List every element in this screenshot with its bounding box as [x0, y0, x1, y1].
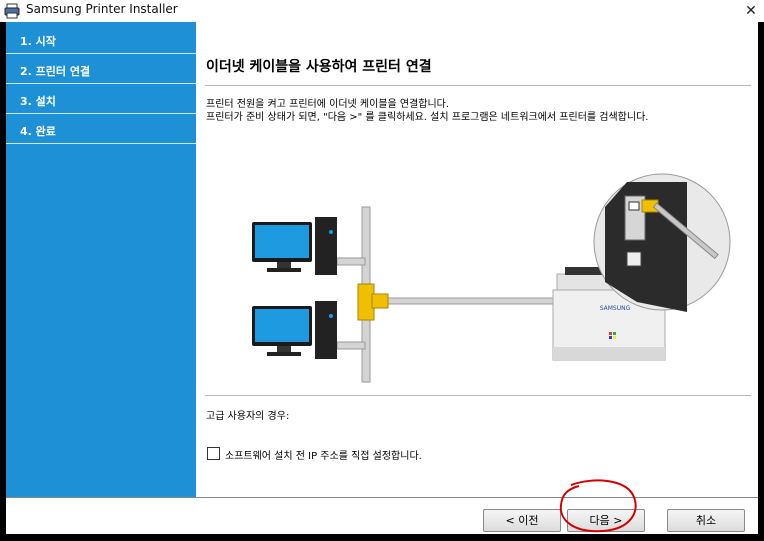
- sidebar-item-label: 2. 프린터 연결: [20, 65, 91, 78]
- button-bar: < 이전 다음 > 취소: [6, 497, 758, 534]
- t-connector-icon: [371, 293, 389, 309]
- ethernet-branch: [336, 341, 366, 350]
- title-bar: Samsung Printer Installer ✕: [0, 0, 764, 22]
- installer-frame: 1. 시작 2. 프린터 연결 3. 설치 4. 완료 이더넷 케이블을 사용하…: [6, 22, 758, 534]
- computer-icon: [252, 301, 337, 359]
- sidebar-item-finish: 4. 완료: [6, 114, 196, 144]
- sidebar-item-connect-printer: 2. 프린터 연결: [6, 54, 196, 84]
- sidebar: 1. 시작 2. 프린터 연결 3. 설치 4. 완료: [6, 22, 196, 497]
- sidebar-item-label: 4. 완료: [20, 125, 56, 138]
- advanced-users-label: 고급 사용자의 경우:: [206, 411, 290, 422]
- computer-icon: [252, 217, 337, 275]
- installer-window: Samsung Printer Installer ✕ 1. 시작 2. 프린터…: [0, 0, 764, 541]
- page-title: 이더넷 케이블을 사용하여 프린터 연결: [206, 59, 432, 75]
- annotation-circle: [559, 479, 637, 533]
- close-icon[interactable]: ✕: [742, 2, 760, 20]
- divider: [205, 395, 751, 396]
- printer-app-icon: [4, 3, 20, 19]
- window-title: Samsung Printer Installer: [26, 2, 178, 16]
- sidebar-item-start: 1. 시작: [6, 24, 196, 54]
- manual-ip-checkbox[interactable]: [207, 447, 220, 460]
- manual-ip-checkbox-label[interactable]: 소프트웨어 설치 전 IP 주소를 직접 설정합니다.: [225, 447, 422, 462]
- ethernet-branch: [336, 257, 366, 266]
- printer-brand-label: SAMSUNG: [600, 305, 631, 312]
- back-button[interactable]: < 이전: [483, 509, 561, 532]
- sidebar-item-install: 3. 설치: [6, 84, 196, 114]
- network-illustration: SAMSUNG: [252, 173, 731, 383]
- main-content: 이더넷 케이블을 사용하여 프린터 연결 프린터 전원을 켜고 프린터에 이더넷…: [197, 22, 758, 497]
- divider: [205, 85, 751, 86]
- sidebar-item-label: 1. 시작: [20, 35, 56, 48]
- printer-cable: [369, 297, 556, 305]
- sidebar-item-label: 3. 설치: [20, 95, 56, 108]
- description-line-2: 프린터가 준비 상태가 되면, "다음 >" 를 클릭하세요. 설치 프로그램은…: [206, 112, 649, 123]
- cancel-button[interactable]: 취소: [667, 509, 745, 532]
